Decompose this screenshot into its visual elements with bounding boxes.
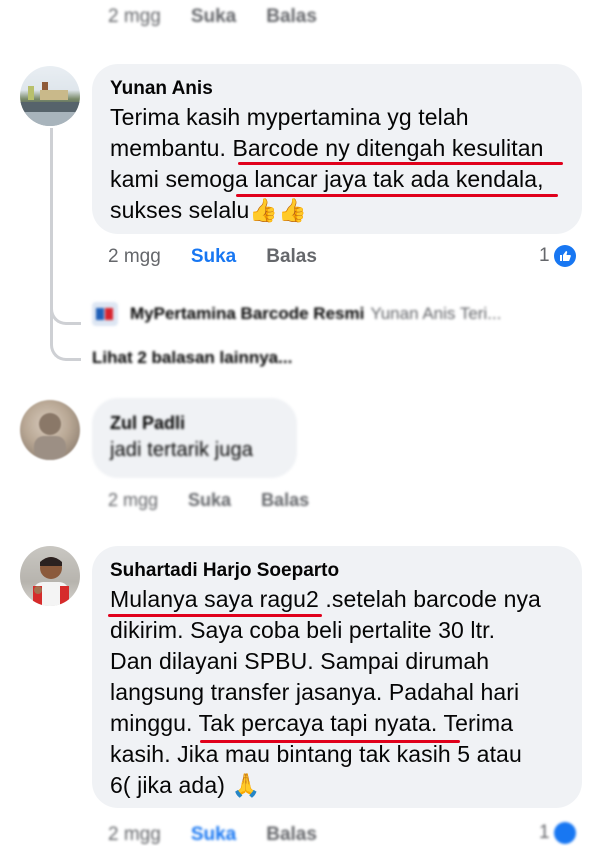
reply-button[interactable]: Balas xyxy=(266,246,317,268)
comment-time: 2 mgg xyxy=(108,6,161,27)
comment-text-line: kasih. Jika mau bintang tak kasih 5 atau xyxy=(110,741,522,767)
reply-button[interactable]: Balas xyxy=(266,6,317,28)
comment-bubble: Yunan Anis Terima kasih mypertamina yg t… xyxy=(92,64,582,234)
reply-author: MyPertamina Barcode Resmi xyxy=(130,304,365,323)
reply-preview[interactable]: MyPertamina Barcode Resmi Yunan Anis Ter… xyxy=(92,302,501,326)
comment-text-line: Dan dilayani SPBU. Sampai dirumah xyxy=(110,648,490,674)
comment-text-line: minggu. Tak percaya tapi nyata. Terima xyxy=(110,710,514,736)
highlight-underline xyxy=(238,162,563,165)
reply-button[interactable]: Balas xyxy=(261,490,309,511)
thread-connector xyxy=(50,330,81,361)
reaction-count[interactable]: 1 xyxy=(539,245,576,267)
avatar-suhartadi[interactable] xyxy=(20,546,80,606)
comment-time: 2 mgg xyxy=(108,490,159,510)
avatar-image xyxy=(34,413,66,460)
comment-author[interactable]: Zul Padli xyxy=(110,410,279,436)
view-more-replies[interactable]: Lihat 2 balasan lainnya... xyxy=(92,348,292,368)
comment-text-line: Mulanya saya ragu2 .setelah barcode nya xyxy=(110,586,541,612)
avatar-image xyxy=(20,82,80,126)
avatar-zul-padli[interactable] xyxy=(20,400,80,460)
comment-text-line: kami semoga lancar jaya tak ada kendala, xyxy=(110,166,544,192)
avatar-image xyxy=(33,557,69,606)
comment-text-line: 6( jika ada) 🙏 xyxy=(110,772,261,798)
comment-author[interactable]: Suhartadi Harjo Soeparto xyxy=(110,558,564,584)
page-logo-icon xyxy=(92,302,118,326)
comment-text-line: dikirim. Saya coba beli pertalite 30 ltr… xyxy=(110,617,496,643)
comment-text-line: sukses selalu👍👍 xyxy=(110,197,307,223)
comment-text-line: Terima kasih mypertamina yg telah xyxy=(110,104,469,130)
thumbs-up-icon xyxy=(553,822,576,844)
reaction-number: 1 xyxy=(539,822,550,843)
highlight-underline xyxy=(236,194,558,197)
reaction-count[interactable]: 1 xyxy=(539,822,576,844)
like-button[interactable]: Suka xyxy=(191,6,236,28)
like-button[interactable]: Suka xyxy=(188,490,231,511)
comment-actions: 2 mgg Suka Balas xyxy=(108,490,339,511)
previous-comment-actions: 2 mgg Suka Balas xyxy=(108,6,347,28)
comment-time: 2 mgg xyxy=(108,246,161,267)
thumbs-up-icon xyxy=(553,245,576,267)
thread-connector xyxy=(50,300,81,325)
comment-bubble: Zul Padli jadi tertarik juga xyxy=(92,398,297,478)
highlight-underline xyxy=(200,740,460,743)
reaction-number: 1 xyxy=(539,245,550,266)
comment-text-line: membantu. Barcode ny ditengah kesulitan xyxy=(110,135,544,161)
reply-snippet: Yunan Anis Teri... xyxy=(370,304,502,323)
comment-author[interactable]: Yunan Anis xyxy=(110,76,564,102)
comment-text-line: jadi tertarik juga xyxy=(110,439,253,461)
comment-actions: 2 mgg Suka Balas xyxy=(108,246,347,268)
avatar-yunan-anis[interactable] xyxy=(20,66,80,126)
highlight-underline xyxy=(108,614,322,617)
comment-text-line: langsung transfer jasanya. Padahal hari xyxy=(110,679,520,705)
comment-bubble: Suhartadi Harjo Soeparto Mulanya saya ra… xyxy=(92,546,582,808)
like-button[interactable]: Suka xyxy=(191,246,236,268)
